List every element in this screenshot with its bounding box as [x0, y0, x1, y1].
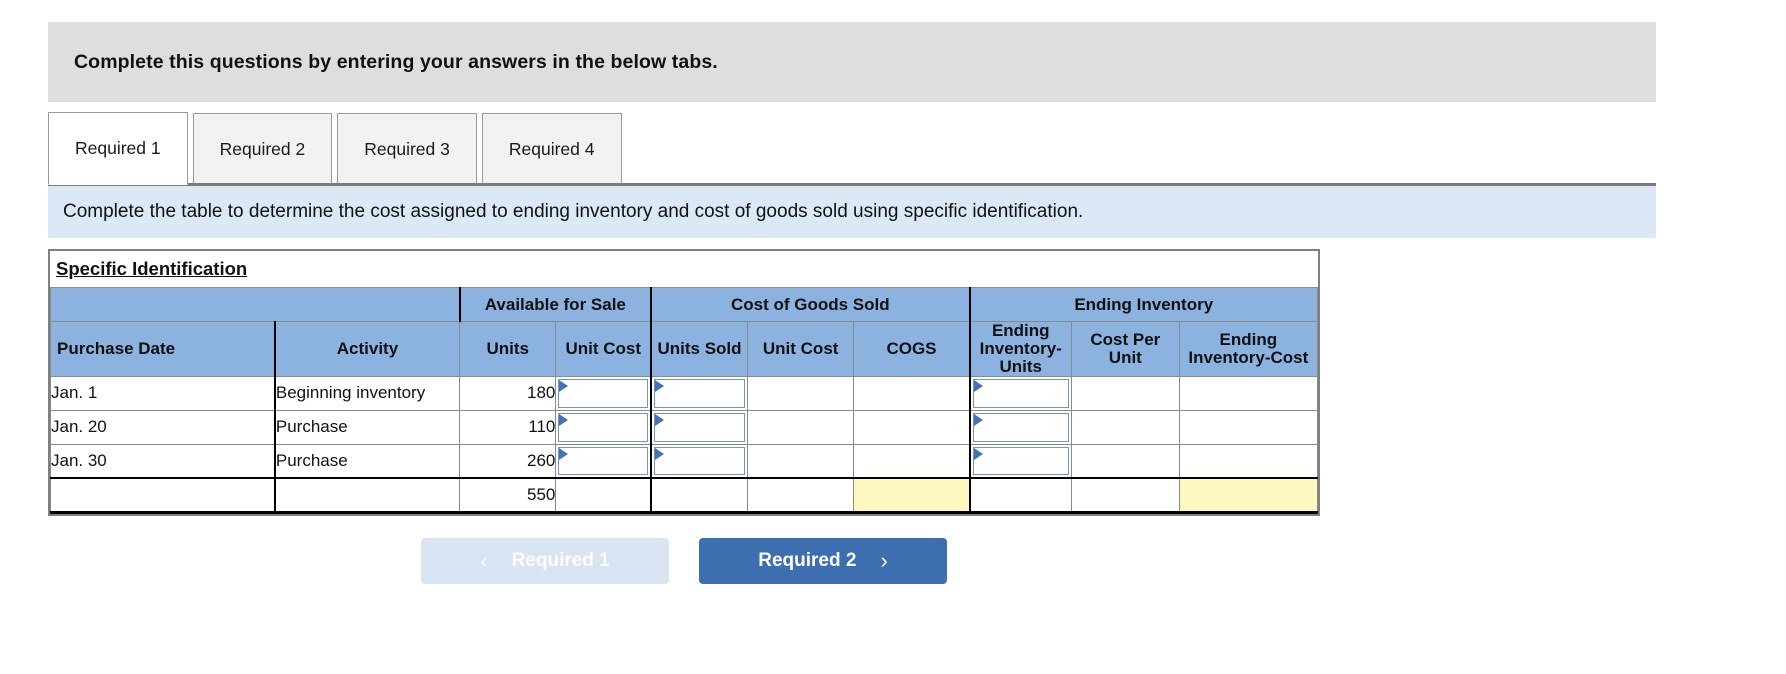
- inventory-table: Available for Sale Cost of Goods Sold En…: [49, 287, 1319, 514]
- group-header-blank: [49, 287, 461, 322]
- tab-required-4[interactable]: Required 4: [481, 113, 622, 185]
- chevron-right-icon: ›: [880, 548, 888, 573]
- tabstrip-divider: [48, 183, 1656, 186]
- input-ending-inventory-units[interactable]: [968, 409, 1072, 445]
- input-unit-cost[interactable]: [555, 443, 652, 479]
- tab-required-3[interactable]: Required 3: [337, 113, 477, 185]
- tab-label: Required 4: [508, 138, 595, 159]
- cell-total-units: 550: [459, 477, 557, 514]
- column-header-ending-inventory-cost: Ending Inventory-Cost: [1178, 321, 1319, 377]
- task-instruction-bar: Complete the table to determine the cost…: [48, 186, 1656, 238]
- column-header-units-sold: Units Sold: [650, 321, 748, 377]
- cell-ending-inventory-cost: [1178, 409, 1319, 445]
- table-total-row: 550: [49, 477, 1319, 514]
- instruction-text: Complete this questions by entering your…: [74, 50, 718, 73]
- cell-ending-inventory-cost: [1178, 375, 1319, 411]
- cell-purchase-date: Jan. 20: [49, 409, 276, 445]
- cell-total-ending-inventory-cost: [1178, 477, 1319, 514]
- cell-total-cost-per-unit: [1071, 477, 1180, 514]
- cell-ending-inventory-cost: [1178, 443, 1319, 479]
- table-row: Jan. 1 Beginning inventory 180: [49, 375, 1319, 411]
- cell-cogs: [853, 409, 971, 445]
- group-header-cost-of-goods-sold: Cost of Goods Sold: [650, 287, 971, 322]
- cell-purchase-date: Jan. 1: [49, 375, 276, 411]
- cell-total-purchase-date: [49, 477, 276, 514]
- cell-cogs-unit-cost: [746, 409, 855, 445]
- input-unit-cost[interactable]: [555, 375, 652, 411]
- tab-label: Required 3: [364, 138, 450, 159]
- navigation-buttons: ‹ Required 1 Required 2 ›: [48, 538, 1320, 584]
- input-marker[interactable]: [558, 412, 649, 442]
- cell-activity: Purchase: [273, 443, 461, 479]
- requirement-tabs: Required 1 Required 2 Required 3 Require…: [48, 112, 1656, 185]
- cell-total-unit-cost: [555, 477, 652, 514]
- cell-total-cogs: [853, 477, 971, 514]
- cell-cogs: [853, 375, 971, 411]
- previous-required-button[interactable]: ‹ Required 1: [421, 538, 669, 584]
- group-header-row: Available for Sale Cost of Goods Sold En…: [49, 287, 1318, 322]
- input-marker[interactable]: [558, 446, 649, 476]
- tab-label: Required 1: [75, 138, 161, 158]
- input-unit-cost[interactable]: [555, 409, 652, 445]
- input-marker[interactable]: [972, 412, 1069, 442]
- worksheet-title: Specific Identification: [50, 251, 1318, 287]
- cell-activity: Beginning inventory: [273, 375, 461, 411]
- cell-total-ending-inventory-units: [968, 477, 1072, 514]
- cell-total-units-sold: [650, 477, 748, 514]
- column-header-cost-per-unit: Cost Per Unit: [1071, 321, 1180, 377]
- cell-units: 180: [459, 375, 557, 411]
- tab-label: Required 2: [219, 138, 306, 159]
- previous-button-label: Required 1: [511, 550, 610, 571]
- cell-cost-per-unit: [1071, 443, 1180, 479]
- chevron-left-icon: ‹: [480, 548, 488, 573]
- input-marker[interactable]: [654, 378, 745, 408]
- tab-required-2[interactable]: Required 2: [192, 113, 333, 185]
- cell-cogs-unit-cost: [746, 375, 855, 411]
- cell-cogs-unit-cost: [746, 443, 855, 479]
- worksheet: Specific Identification Available for Sa…: [48, 249, 1320, 516]
- column-header-cogs: COGS: [853, 321, 971, 377]
- input-marker[interactable]: [972, 378, 1069, 408]
- group-header-ending-inventory: Ending Inventory: [968, 287, 1318, 322]
- input-units-sold[interactable]: [650, 443, 748, 479]
- cell-purchase-date: Jan. 30: [49, 443, 276, 479]
- instruction-banner: Complete this questions by entering your…: [48, 22, 1656, 102]
- input-ending-inventory-units[interactable]: [968, 443, 1072, 479]
- column-header-ending-inventory-units: Ending Inventory-Units: [968, 321, 1072, 377]
- input-marker[interactable]: [654, 446, 745, 476]
- input-marker[interactable]: [558, 378, 649, 408]
- column-header-unit-cost: Unit Cost: [555, 321, 652, 377]
- input-ending-inventory-units[interactable]: [968, 375, 1072, 411]
- column-header-purchase-date: Purchase Date: [49, 321, 276, 377]
- group-header-available-for-sale: Available for Sale: [458, 287, 652, 322]
- next-button-label: Required 2: [758, 550, 857, 571]
- cell-cost-per-unit: [1071, 409, 1180, 445]
- cell-units: 260: [459, 443, 557, 479]
- cell-activity: Purchase: [273, 409, 461, 445]
- input-marker[interactable]: [654, 412, 745, 442]
- next-required-button[interactable]: Required 2 ›: [699, 538, 947, 584]
- cell-total-cogs-unit-cost: [746, 477, 855, 514]
- input-marker[interactable]: [972, 446, 1069, 476]
- worksheet-title-text: Specific Identification: [56, 258, 248, 279]
- cell-cogs: [853, 443, 971, 479]
- question-page: Complete this questions by entering your…: [0, 0, 1786, 674]
- input-units-sold[interactable]: [650, 375, 748, 411]
- column-header-cogs-unit-cost: Unit Cost: [746, 321, 855, 377]
- column-header-units: Units: [459, 321, 557, 377]
- column-header-activity: Activity: [273, 321, 461, 377]
- table-row: Jan. 30 Purchase 260: [49, 443, 1319, 479]
- cell-total-activity: [273, 477, 461, 514]
- cell-units: 110: [459, 409, 557, 445]
- tab-required-1[interactable]: Required 1: [48, 112, 188, 185]
- cell-cost-per-unit: [1071, 375, 1180, 411]
- column-header-row: Purchase Date Activity Units Unit Cost U…: [49, 321, 1319, 377]
- task-instruction-text: Complete the table to determine the cost…: [63, 201, 1084, 222]
- input-units-sold[interactable]: [650, 409, 748, 445]
- table-row: Jan. 20 Purchase 110: [49, 409, 1319, 445]
